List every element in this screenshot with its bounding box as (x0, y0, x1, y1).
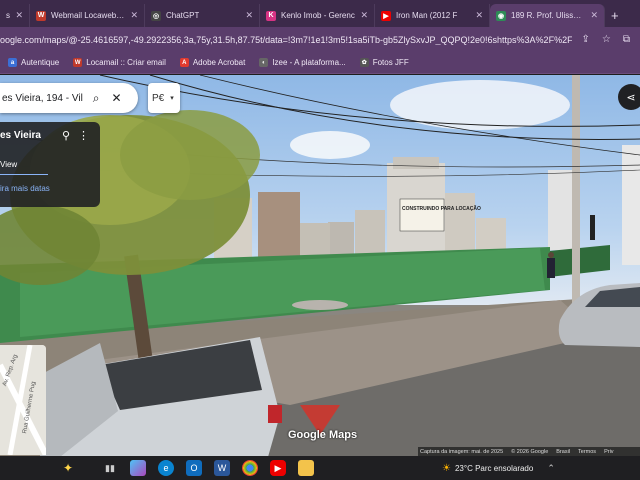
close-icon[interactable]: ✕ (360, 10, 368, 21)
tab-label: 189 R. Prof. Ulisses V (511, 11, 586, 20)
attribution-bar: Captura da imagem: mai. de 2025 © 2026 G… (418, 447, 640, 456)
see-more-dates-link[interactable]: ira mais datas (0, 184, 50, 193)
google-maps-logo: Google Maps (288, 429, 358, 441)
close-icon[interactable]: ✕ (112, 91, 122, 105)
extensions-icon[interactable]: ⧉ (623, 34, 630, 45)
acrobat-icon: A (179, 58, 189, 67)
tab-partial[interactable]: s ✕ (0, 4, 30, 27)
bookmark-izee[interactable]: ◐ Izee - A plataforma... (259, 58, 346, 67)
bookmark-label: Izee - A plataforma... (272, 58, 346, 67)
country: Brasil (556, 448, 571, 455)
close-icon[interactable]: ✕ (15, 10, 23, 21)
search-icon[interactable]: ⌕ (93, 91, 100, 106)
photos-icon: ✿ (359, 58, 369, 67)
panorama-dropdown[interactable]: P€ ▾ (148, 83, 180, 113)
close-icon[interactable]: ✕ (130, 10, 138, 21)
task-view-icon[interactable]: ▮▮ (102, 460, 118, 476)
search-box[interactable]: es Vieira, 194 - Vil ⌕ ✕ (0, 83, 138, 113)
webmail-icon: W (36, 10, 46, 21)
more-options-icon[interactable]: ⋮ (78, 129, 89, 142)
tab-label: s (6, 11, 10, 20)
address-bar: oogle.com/maps/@-25.4616597,-49.2922356,… (0, 27, 640, 52)
location-pin-icon[interactable]: ⚲ (62, 129, 70, 142)
minimap-streets (0, 345, 46, 455)
close-icon[interactable]: ✕ (590, 10, 598, 21)
autentique-icon: a (8, 58, 17, 67)
card-view-label: View (0, 160, 18, 169)
minimap[interactable]: Av. Rep. Arg Rua Guilherme Pug (0, 345, 46, 455)
tab-kenlo[interactable]: K Kenlo Imob - Gerenc ✕ (260, 4, 375, 27)
tab-label: Webmail Locaweb :: L (51, 11, 126, 20)
weather-widget[interactable]: ☀ 23°C Parc ensolarado (442, 463, 533, 474)
bookmark-label: Fotos JFF (372, 58, 409, 67)
copilot-icon[interactable] (130, 460, 146, 476)
share-page-icon[interactable]: ⇪ (582, 34, 590, 45)
file-explorer-icon[interactable] (298, 460, 314, 476)
bookmark-label: Adobe Acrobat (192, 58, 246, 67)
card-title: es Vieira (0, 130, 41, 141)
copyright: © 2026 Google (511, 448, 549, 455)
word-icon[interactable]: W (214, 460, 230, 476)
chevron-up-icon[interactable]: ⌃ (547, 463, 555, 474)
tab-label: Iron Man (2012 F (396, 11, 458, 20)
tab-webmail[interactable]: W Webmail Locaweb :: L ✕ (30, 4, 145, 27)
bookmark-label: Autentique (21, 58, 60, 67)
privacy-link[interactable]: Priv (604, 449, 613, 455)
close-icon[interactable]: ✕ (475, 10, 483, 21)
youtube-icon: ▶ (381, 10, 391, 21)
chrome-icon[interactable] (242, 460, 258, 476)
browser-tab-bar: s ✕ W Webmail Locaweb :: L ✕ ◎ ChatGPT ✕… (0, 0, 640, 27)
maps-icon: ◉ (496, 10, 506, 21)
tab-label: Kenlo Imob - Gerenc (281, 11, 355, 20)
bookmark-acrobat[interactable]: A Adobe Acrobat (179, 58, 246, 67)
bookmarks-bar: a Autentique W Locamail :: Criar email A… (0, 52, 640, 74)
tab-youtube[interactable]: ▶ Iron Man (2012 F ✕ (375, 4, 490, 27)
bookmark-star-icon[interactable]: ☆ (602, 34, 611, 45)
share-icon[interactable]: ⋖ (618, 84, 640, 110)
search-input[interactable]: es Vieira, 194 - Vil (2, 93, 83, 104)
bookmark-locamail[interactable]: W Locamail :: Criar email (73, 58, 166, 67)
bookmark-autentique[interactable]: a Autentique (8, 58, 59, 67)
bookmark-label: Locamail :: Criar email (86, 58, 166, 67)
bookmark-fotos[interactable]: ✿ Fotos JFF (359, 58, 409, 67)
tab-label: ChatGPT (166, 11, 200, 20)
kenlo-icon: K (266, 10, 276, 21)
weather-icon: ☀ (442, 462, 451, 474)
tab-maps[interactable]: ◉ 189 R. Prof. Ulisses V ✕ (490, 4, 605, 27)
capture-date: Captura da imagem: mai. de 2025 (420, 448, 504, 455)
outlook-icon[interactable]: O (186, 460, 202, 476)
billboard-text: CONSTRUINDO PARA LOCAÇÃO (402, 205, 481, 212)
chevron-down-icon: ▾ (170, 95, 174, 102)
windows-taskbar: ✦ ▮▮ e O W ▶ ☀ 23°C Parc ensolarado ⌃ (0, 456, 640, 480)
izee-icon: ◐ (259, 58, 269, 67)
card-divider (0, 174, 48, 175)
panorama-label: P€ (152, 92, 165, 104)
location-info-card: es Vieira ⚲ ⋮ View ira mais datas (0, 122, 100, 207)
url-field[interactable]: oogle.com/maps/@-25.4616597,-49.2922356,… (0, 35, 572, 45)
locamail-icon: W (73, 58, 83, 67)
terms-link[interactable]: Termos (578, 449, 596, 455)
tab-chatgpt[interactable]: ◎ ChatGPT ✕ (145, 4, 260, 27)
new-tab-button[interactable]: + (605, 8, 625, 27)
close-icon[interactable]: ✕ (245, 10, 253, 21)
chatgpt-icon: ◎ (151, 10, 161, 21)
youtube-icon[interactable]: ▶ (270, 460, 286, 476)
copilot-sparkle-icon[interactable]: ✦ (60, 460, 76, 476)
weather-text: 23°C Parc ensolarado (454, 463, 534, 473)
edge-icon[interactable]: e (158, 460, 174, 476)
